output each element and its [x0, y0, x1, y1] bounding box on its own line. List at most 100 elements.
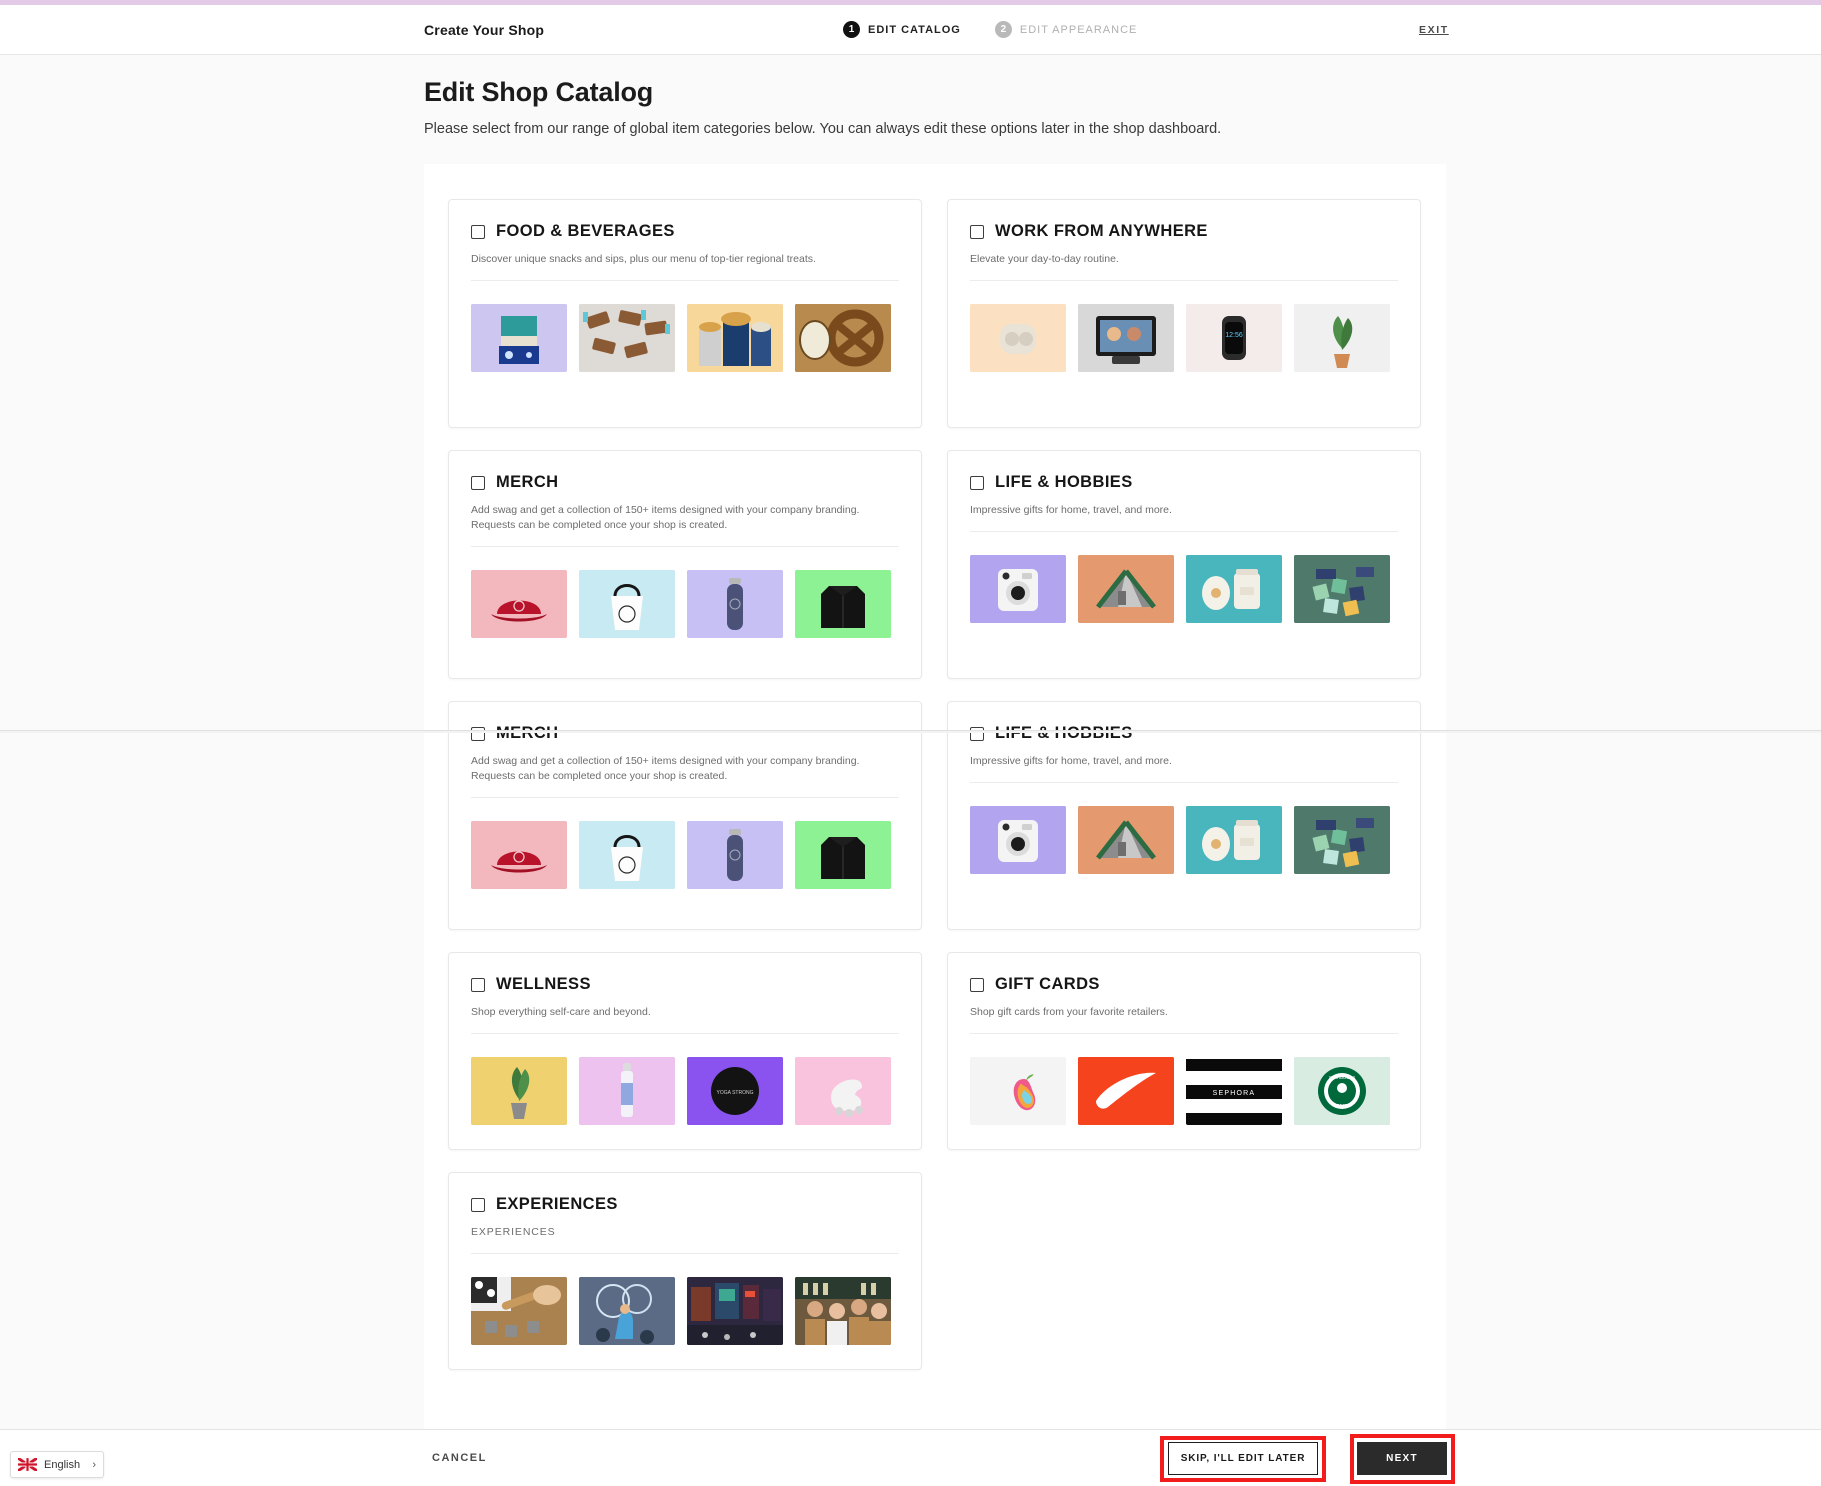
category-card-merch-2[interactable]: MERCHAdd swag and get a collection of 15… [448, 701, 922, 930]
step-edit-appearance[interactable]: 2 EDIT APPEARANCE [995, 21, 1138, 38]
yoga-disc-thumb: YOGA STRONG [687, 1057, 783, 1125]
category-card-gift-cards[interactable]: GIFT CARDS Shop gift cards from your favo… [947, 952, 1421, 1150]
category-description: Shop everything self-care and beyond. [471, 1005, 899, 1020]
step-edit-catalog[interactable]: 1 EDIT CATALOG [843, 21, 961, 38]
next-button[interactable]: NEXT [1357, 1442, 1447, 1475]
popcorn-tins-thumb [687, 304, 783, 372]
gift-tower-thumb [471, 304, 567, 372]
category-card-header: FOOD & BEVERAGES [471, 222, 899, 241]
svg-text:12:56: 12:56 [1225, 332, 1243, 339]
scalp-massager-thumb [795, 1057, 891, 1125]
page-subtitle: Please select from our range of global i… [424, 121, 1221, 137]
checkbox-life-hobbies-1[interactable] [970, 476, 984, 490]
apple-gift-card-thumb [970, 1057, 1066, 1125]
category-card-food-beverages[interactable]: FOOD & BEVERAGES Discover unique snacks a… [448, 199, 922, 428]
card-divider [471, 546, 899, 547]
checkbox-gift-cards[interactable] [970, 978, 984, 992]
checkbox-life-hobbies-2[interactable] [970, 727, 984, 741]
black-jacket-thumb [795, 570, 891, 638]
checkbox-work-from-anywhere[interactable] [970, 225, 984, 239]
category-card-header: MERCH [471, 724, 899, 743]
instant-camera-thumb [970, 555, 1066, 623]
snack-bars-thumb [579, 304, 675, 372]
card-divider [970, 531, 1398, 532]
smart-display-thumb [1078, 304, 1174, 372]
category-card-work-from-anywhere[interactable]: WORK FROM ANYWHERE Elevate your day-to-da… [947, 199, 1421, 428]
svg-text:YOGA STRONG: YOGA STRONG [717, 1090, 754, 1096]
sephora-gift-card-thumb: SEPHORA [1186, 1057, 1282, 1125]
category-title: EXPERIENCES [496, 1195, 618, 1214]
category-description: Impressive gifts for home, travel, and m… [970, 754, 1398, 769]
create-shop-page: Create Your Shop 1 EDIT CATALOG 2 EDIT A… [0, 0, 1821, 1486]
language-selector[interactable]: English › [10, 1451, 104, 1478]
checkbox-experiences[interactable] [471, 1198, 485, 1212]
page-title: Edit Shop Catalog [424, 77, 1221, 108]
nike-gift-card-thumb [1078, 1057, 1174, 1125]
tote-bag-thumb [579, 821, 675, 889]
checkbox-wellness[interactable] [471, 978, 485, 992]
camping-tent-thumb [1078, 555, 1174, 623]
scroll-seam-shadow [0, 731, 1821, 733]
checkbox-merch-2[interactable] [471, 727, 485, 741]
candle-set-thumb [1186, 555, 1282, 623]
category-description: Add swag and get a collection of 150+ it… [471, 503, 899, 533]
category-card-life-hobbies-2[interactable]: LIFE & HOBBIES Impressive gifts for home,… [947, 701, 1421, 930]
category-title: WORK FROM ANYWHERE [995, 222, 1208, 241]
card-divider [471, 1033, 899, 1034]
page-heading-block: Edit Shop Catalog Please select from our… [424, 77, 1221, 137]
category-title: LIFE & HOBBIES [995, 724, 1133, 743]
brand-title: Create Your Shop [424, 22, 544, 38]
catalog-panel: FOOD & BEVERAGES Discover unique snacks a… [424, 164, 1446, 1429]
cancel-button[interactable]: CANCEL [432, 1452, 487, 1464]
category-card-wellness[interactable]: WELLNESS Shop everything self-care and be… [448, 952, 922, 1150]
red-cap-thumb [471, 570, 567, 638]
category-description: Shop gift cards from your favorite retai… [970, 1005, 1398, 1020]
category-card-experiences[interactable]: EXPERIENCES EXPERIENCES [448, 1172, 922, 1370]
tasting-tour-thumb [795, 1277, 891, 1345]
exit-link[interactable]: EXIT [1419, 24, 1449, 36]
category-title: LIFE & HOBBIES [995, 473, 1133, 492]
category-description: Elevate your day-to-day routine. [970, 252, 1398, 267]
plant-thumb [471, 1057, 567, 1125]
starbucks-gift-card-thumb: STARBUCKSCOFFEE [1294, 1057, 1390, 1125]
category-thumbnail-row [970, 806, 1398, 874]
step-1-number: 1 [843, 21, 860, 38]
svg-text:STARBUCKS: STARBUCKS [1329, 1075, 1356, 1080]
category-card-header: WELLNESS [471, 975, 899, 994]
water-bottle-thumb [687, 821, 783, 889]
category-card-merch-1[interactable]: MERCHAdd swag and get a collection of 15… [448, 450, 922, 679]
uk-flag-icon [18, 1458, 37, 1471]
category-thumbnail-row [471, 1277, 899, 1345]
checkbox-food-beverages[interactable] [471, 225, 485, 239]
category-description: EXPERIENCES [471, 1225, 899, 1240]
card-divider [471, 280, 899, 281]
step-2-label: EDIT APPEARANCE [1020, 24, 1138, 36]
category-card-header: GIFT CARDS [970, 975, 1398, 994]
category-card-header: LIFE & HOBBIES [970, 473, 1398, 492]
svg-text:SEPHORA: SEPHORA [1213, 1090, 1256, 1097]
category-thumbnail-row [471, 821, 899, 889]
card-divider [471, 1253, 899, 1254]
category-title: GIFT CARDS [995, 975, 1100, 994]
category-title: FOOD & BEVERAGES [496, 222, 675, 241]
red-cap-thumb [471, 821, 567, 889]
category-description: Impressive gifts for home, travel, and m… [970, 503, 1398, 518]
skip-edit-later-button[interactable]: SKIP, I'LL EDIT LATER [1168, 1442, 1318, 1475]
category-card-life-hobbies-1[interactable]: LIFE & HOBBIES Impressive gifts for home,… [947, 450, 1421, 679]
category-thumbnail-row: SEPHORA STARBUCKSCOFFEE [970, 1057, 1398, 1125]
face-mist-thumb [579, 1057, 675, 1125]
potted-plant-thumb [1294, 304, 1390, 372]
checkbox-merch-1[interactable] [471, 476, 485, 490]
category-description: Discover unique snacks and sips, plus ou… [471, 252, 899, 267]
category-thumbnail-row: 12:56 [970, 304, 1398, 372]
water-bottle-thumb [687, 570, 783, 638]
category-thumbnail-row: YOGA STRONG [471, 1057, 899, 1125]
pretzel-thumb [795, 304, 891, 372]
smartwatch-thumb: 12:56 [1186, 304, 1282, 372]
category-card-header: WORK FROM ANYWHERE [970, 222, 1398, 241]
bubble-show-thumb [579, 1277, 675, 1345]
chevron-right-icon: › [92, 1459, 96, 1471]
card-divider [970, 1033, 1398, 1034]
category-title: MERCH [496, 724, 559, 743]
category-thumbnail-row [471, 304, 899, 372]
